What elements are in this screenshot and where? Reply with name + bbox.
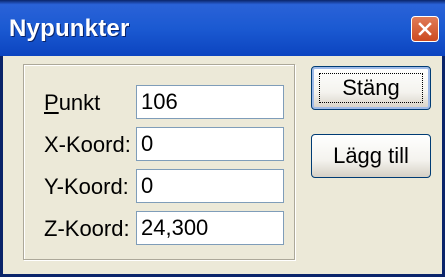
- lagg-till-button[interactable]: Lägg till: [311, 134, 431, 178]
- window-title: Nypunkter: [9, 15, 130, 42]
- focus-rect: [319, 73, 423, 103]
- close-icon: [418, 22, 432, 36]
- window-close-button[interactable]: [411, 16, 439, 42]
- punkt-label: Punkt: [44, 90, 100, 116]
- y-koord-input[interactable]: [136, 169, 284, 203]
- stang-button[interactable]: Stäng: [311, 66, 431, 110]
- field-row-z: Z-Koord:: [24, 211, 294, 245]
- punkt-label-rest: unkt: [58, 90, 101, 115]
- dialog-window: Nypunkter Punkt X-Koord: Y-Koord: Z-Koor…: [0, 0, 445, 277]
- y-koord-label: Y-Koord:: [44, 174, 129, 199]
- punkt-label-accesskey: P: [44, 90, 59, 115]
- coordinates-group: Punkt X-Koord: Y-Koord: Z-Koord:: [23, 64, 295, 260]
- field-row-punkt: Punkt: [24, 85, 294, 119]
- lagg-till-button-label: Lägg till: [333, 143, 409, 168]
- z-koord-label: Z-Koord:: [44, 216, 130, 241]
- z-koord-input[interactable]: [136, 211, 284, 245]
- x-koord-label: X-Koord:: [44, 132, 131, 157]
- punkt-input[interactable]: [136, 85, 284, 119]
- title-bar[interactable]: Nypunkter: [0, 0, 445, 56]
- field-row-x: X-Koord:: [24, 127, 294, 161]
- field-row-y: Y-Koord:: [24, 169, 294, 203]
- x-koord-input[interactable]: [136, 127, 284, 161]
